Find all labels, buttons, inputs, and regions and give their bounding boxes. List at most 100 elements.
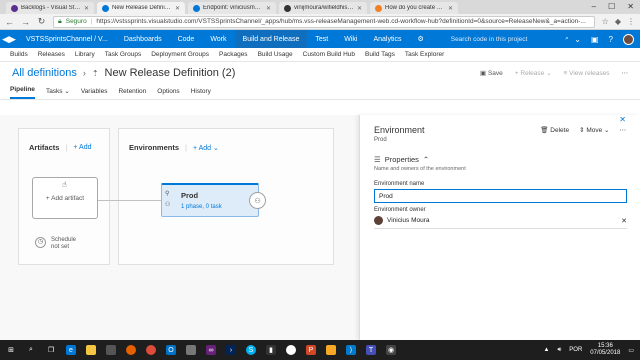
browser-tab-endpoint[interactable]: Endpoint: viniciusmoura ✕ (188, 2, 276, 14)
subnav-releases[interactable]: Releases (38, 51, 65, 58)
chevron-down-icon[interactable]: ⌄ (574, 35, 581, 44)
store-icon[interactable] (106, 345, 116, 355)
properties-section-toggle[interactable]: ☰ Properties ⌃ (374, 155, 626, 164)
move-button[interactable]: ⇕ Move ⌄ (579, 126, 609, 134)
stage-phase-task-link[interactable]: 1 phase, 0 task (181, 204, 222, 210)
close-icon[interactable]: ✕ (448, 5, 453, 12)
schedule-trigger[interactable]: ◷ Schedule not set (35, 237, 76, 251)
project-selector[interactable]: VSTSSprintsChannel / V... (18, 36, 116, 43)
extension-icon[interactable]: ◆ (615, 17, 621, 26)
github-icon[interactable] (286, 345, 296, 355)
save-button[interactable]: ▣ Save (480, 69, 503, 77)
hub-dashboards[interactable]: Dashboards (116, 30, 170, 48)
clock-time: 15:36 (597, 343, 613, 350)
subnav-task-groups[interactable]: Task Groups (105, 51, 142, 58)
subnav-library[interactable]: Library (75, 51, 95, 58)
terminal-icon[interactable]: ▮ (266, 345, 276, 355)
subnav-task-explorer[interactable]: Task Explorer (405, 51, 444, 58)
url-input[interactable]: 🔒︎ Seguro | https://vstssprints.visualst… (53, 15, 595, 28)
menu-icon[interactable]: ⋮ (627, 17, 635, 26)
pre-deployment-approvers-icon[interactable]: ⚇ (165, 201, 170, 208)
settings-gear-icon[interactable]: ⚙ (409, 30, 431, 48)
delete-button[interactable]: 🗑︎ Delete (540, 126, 569, 134)
windows-start-icon[interactable]: ⊞ (6, 345, 16, 355)
stage-card-prod[interactable]: ⚲ ⚇ Prod 1 phase, 0 task (161, 183, 259, 217)
tab-retention[interactable]: Retention (118, 88, 146, 99)
subnav-packages[interactable]: Packages (219, 51, 248, 58)
environment-name-input[interactable]: Prod (374, 189, 627, 203)
code-search-input[interactable]: Search code in this project ⌕ (446, 33, 574, 45)
task-view-icon[interactable]: ❐ (46, 345, 56, 355)
browser-tab-stackoverflow[interactable]: How do you create a rel ✕ (370, 2, 458, 14)
tab-options[interactable]: Options (157, 88, 179, 99)
visual-studio-icon[interactable]: ∞ (206, 345, 216, 355)
hub-test[interactable]: Test (307, 30, 336, 48)
clock[interactable]: 15:36 07/05/2018 (590, 343, 620, 356)
powerpoint-icon[interactable]: P (306, 345, 316, 355)
subnav-builds[interactable]: Builds (10, 51, 28, 58)
hub-wiki[interactable]: Wiki (336, 30, 365, 48)
outlook-icon[interactable]: O (166, 345, 176, 355)
help-icon[interactable]: ? (609, 35, 613, 44)
close-window-icon[interactable]: ✕ (627, 2, 634, 11)
tab-history[interactable]: History (191, 88, 211, 99)
edge-icon[interactable]: e (66, 345, 76, 355)
forward-icon[interactable]: → (21, 17, 30, 27)
reload-icon[interactable]: ↻ (37, 16, 46, 27)
browser-tab-backlogs[interactable]: Backlogs - Visual Studio ✕ (6, 2, 94, 14)
more-options-icon[interactable]: ⋯ (622, 69, 629, 77)
add-artifact-link[interactable]: + Add (73, 144, 91, 151)
tab-pipeline[interactable]: Pipeline (10, 86, 35, 99)
chrome-icon[interactable] (146, 345, 156, 355)
environment-owner-picker[interactable]: Vinicius Moura ✕ (374, 216, 627, 229)
back-icon[interactable]: ← (5, 17, 14, 27)
tab-tasks[interactable]: Tasks ⌄ (46, 87, 70, 99)
tab-variables[interactable]: Variables (81, 88, 108, 99)
browser-toolbar-icons: ☆ ◆ ⋮ (602, 17, 635, 26)
teams-icon[interactable]: T (366, 345, 376, 355)
hub-work[interactable]: Work (202, 30, 234, 48)
visual-studio-logo-icon[interactable]: ◀▶ (0, 30, 18, 48)
network-icon[interactable]: ▲ (544, 347, 550, 353)
minimize-icon[interactable]: – (592, 2, 596, 11)
clear-owner-icon[interactable]: ✕ (621, 217, 627, 225)
view-releases-button[interactable]: ≡ View releases (564, 70, 610, 77)
browser-tab-new-release-definition[interactable]: New Release Definition ✕ (97, 2, 185, 14)
language-indicator[interactable]: POR (569, 347, 582, 353)
search-icon[interactable]: ⌕ (26, 345, 36, 355)
pre-deployment-conditions-icon[interactable]: ⚲ (165, 190, 170, 197)
skype-icon[interactable]: S (246, 345, 256, 355)
app-icon[interactable] (186, 345, 196, 355)
camera-icon[interactable]: ◉ (386, 345, 396, 355)
notes-icon[interactable] (326, 345, 336, 355)
hub-analytics[interactable]: Analytics (365, 30, 409, 48)
firefox-icon[interactable] (126, 345, 136, 355)
tab-tasks-label: Tasks (45, 88, 63, 95)
browser-tab-github[interactable]: vinijmoura/wifieldhistor ✕ (279, 2, 367, 14)
more-options-icon[interactable]: ⋯ (620, 126, 627, 134)
close-icon[interactable]: ✕ (266, 5, 271, 12)
breadcrumb-all-definitions[interactable]: All definitions (12, 67, 77, 79)
close-panel-icon[interactable]: ✕ (619, 115, 626, 124)
user-avatar[interactable] (623, 33, 634, 45)
subnav-build-tags[interactable]: Build Tags (365, 51, 395, 58)
star-icon[interactable]: ☆ (602, 17, 609, 26)
maximize-icon[interactable]: ☐ (608, 2, 615, 11)
post-deployment-approvers-icon[interactable]: ⚇ (249, 192, 266, 209)
file-explorer-icon[interactable] (86, 345, 96, 355)
add-environment-link[interactable]: + Add ⌄ (193, 144, 219, 152)
vscode-icon[interactable]: ⟩ (346, 345, 356, 355)
subnav-deployment-groups[interactable]: Deployment Groups (151, 51, 209, 58)
close-icon[interactable]: ✕ (357, 5, 362, 12)
release-button[interactable]: + Release ⌄ (515, 69, 552, 77)
hub-build-and-release[interactable]: Build and Release (234, 30, 308, 48)
volume-icon[interactable]: 🔊︎ (558, 347, 562, 354)
notifications-icon[interactable]: ▭ (628, 347, 634, 354)
subnav-build-usage[interactable]: Build Usage (258, 51, 293, 58)
subnav-custom-build-hub[interactable]: Custom Build Hub (303, 51, 355, 58)
marketplace-bag-icon[interactable]: ▣ (591, 35, 599, 44)
powershell-icon[interactable]: › (226, 345, 236, 355)
close-icon[interactable]: ✕ (175, 5, 180, 12)
hub-code[interactable]: Code (170, 30, 203, 48)
close-icon[interactable]: ✕ (84, 5, 89, 12)
